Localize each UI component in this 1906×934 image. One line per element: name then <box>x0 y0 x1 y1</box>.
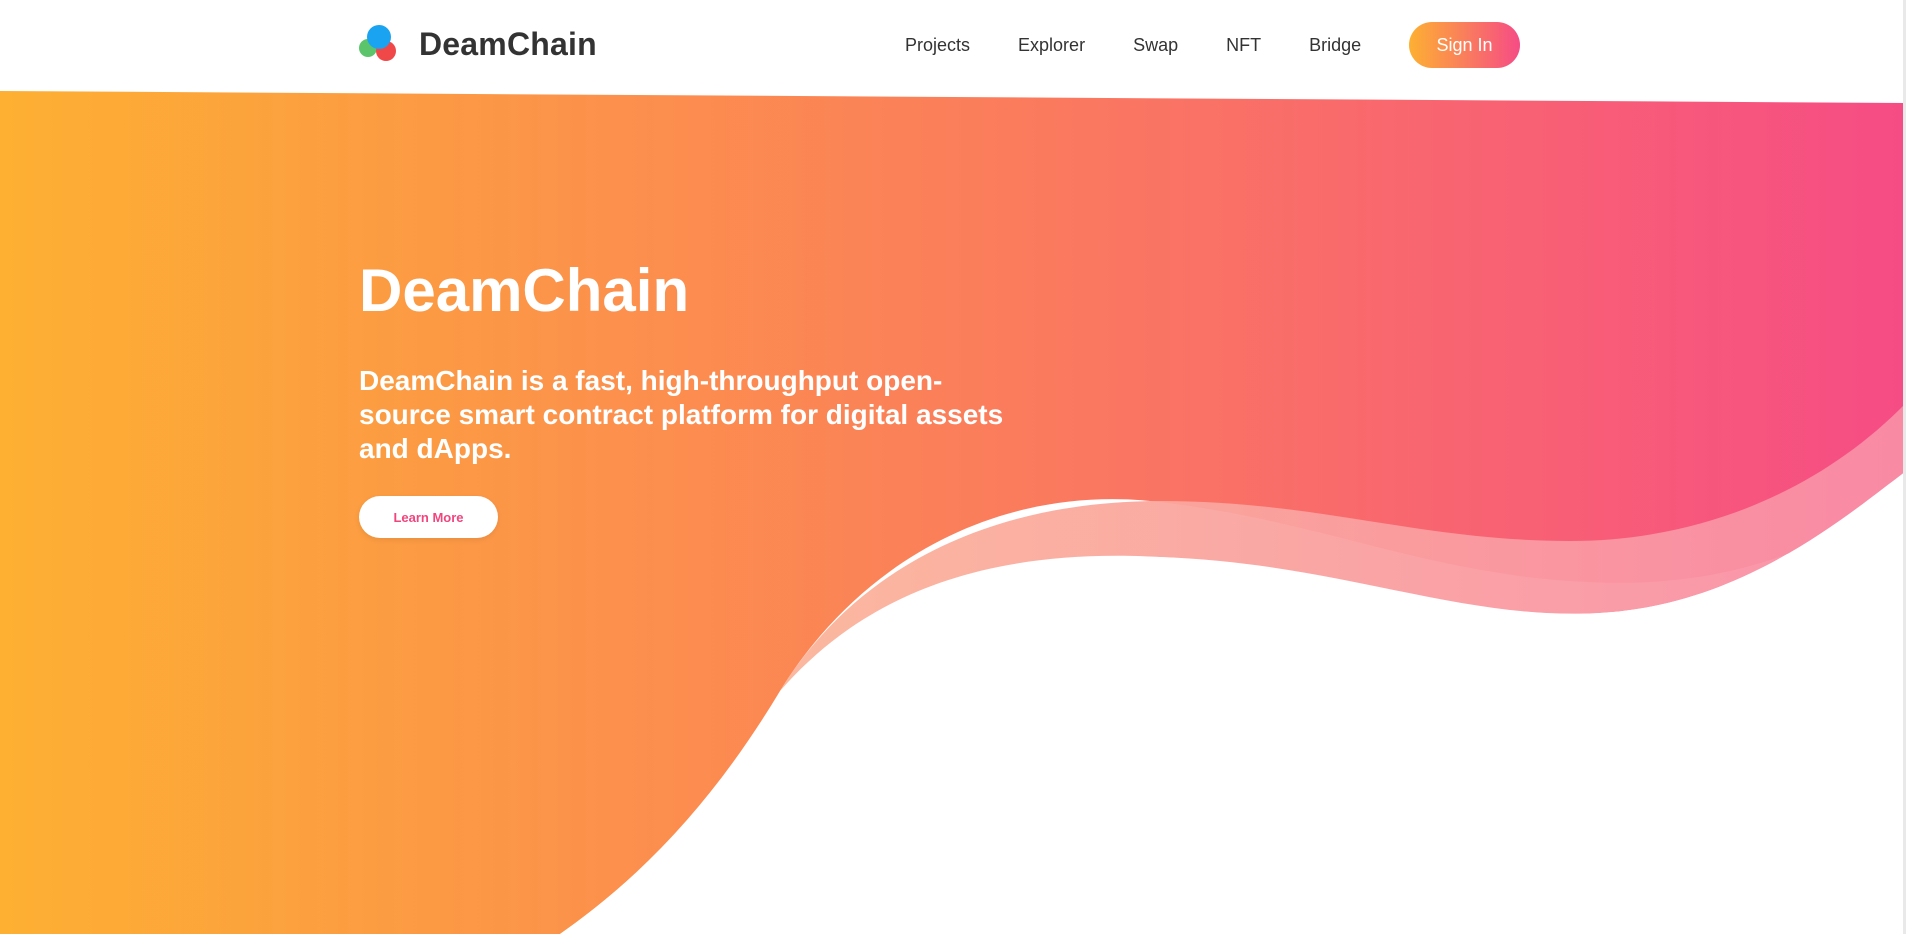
brand-logo-link[interactable]: DeamChain <box>358 24 597 64</box>
main-nav: Projects Explorer Swap NFT Bridge <box>905 28 1361 62</box>
learn-more-button[interactable]: Learn More <box>359 496 498 538</box>
hero-title: DeamChain <box>359 257 690 324</box>
sign-in-button[interactable]: Sign In <box>1409 22 1520 68</box>
nav-explorer[interactable]: Explorer <box>1018 35 1085 56</box>
nav-bridge[interactable]: Bridge <box>1309 35 1361 56</box>
three-circles-logo-icon <box>359 25 396 61</box>
top-header: DeamChain Projects Explorer Swap NFT Bri… <box>0 0 1906 91</box>
nav-projects[interactable]: Projects <box>905 35 970 56</box>
brand-name: DeamChain <box>419 25 597 62</box>
hero-content: DeamChain DeamChain is a fast, high-thro… <box>359 255 1019 538</box>
landing-page: DeamChain Projects Explorer Swap NFT Bri… <box>0 0 1906 934</box>
hero-description: DeamChain is a fast, high-throughput ope… <box>359 365 1004 464</box>
nav-swap[interactable]: Swap <box>1133 35 1178 56</box>
nav-nft[interactable]: NFT <box>1226 35 1261 56</box>
